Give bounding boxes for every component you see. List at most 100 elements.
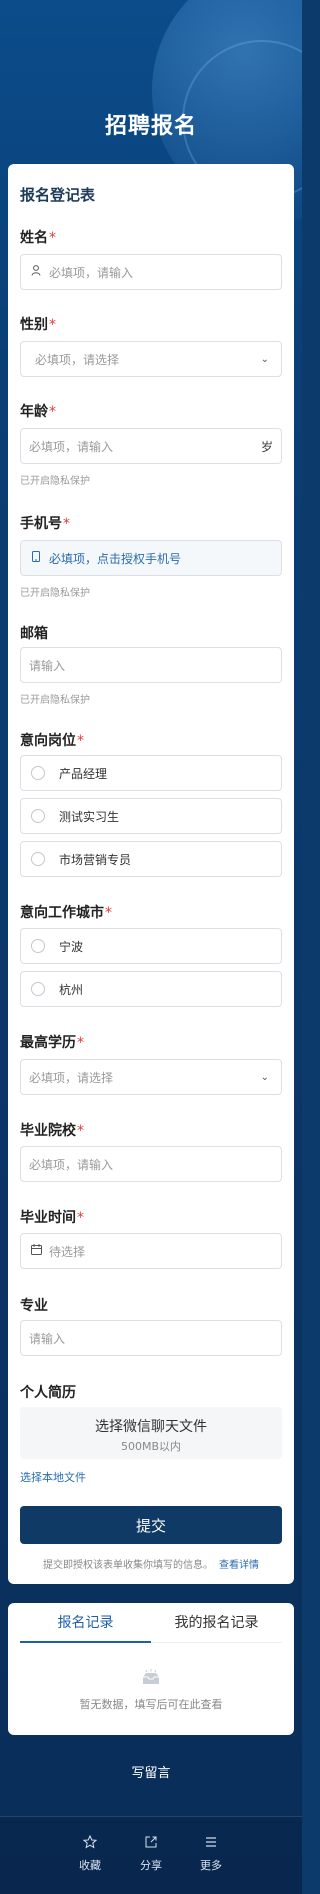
- radio-circle: [31, 809, 45, 823]
- required-mark: *: [77, 1035, 84, 1051]
- records-card: 报名记录 我的报名记录 暂无数据，填写后可在此查看: [8, 1603, 294, 1735]
- school-label-text: 毕业院校: [20, 1123, 76, 1139]
- phone-placeholder: 必填项，点击授权手机号: [49, 551, 182, 566]
- position-label-text: 意向岗位: [20, 733, 76, 749]
- calendar-icon: [29, 1244, 43, 1258]
- email-privacy-hint: 已开启隐私保护: [20, 695, 90, 706]
- email-label-text: 邮箱: [20, 626, 48, 642]
- name-label: 姓名*: [20, 227, 56, 247]
- option-label: 测试实习生: [59, 809, 120, 824]
- school-placeholder: 必填项，请输入: [29, 1157, 114, 1172]
- chevron-down-icon: ⌄: [260, 1071, 269, 1083]
- age-label-text: 年龄: [20, 404, 48, 420]
- city-option[interactable]: 宁波: [20, 928, 282, 964]
- menu-icon: [186, 1835, 236, 1853]
- required-mark: *: [105, 905, 112, 921]
- email-placeholder: 请输入: [29, 658, 66, 673]
- share-button[interactable]: 分享: [126, 1835, 176, 1873]
- email-input[interactable]: 请输入: [20, 647, 282, 683]
- required-mark: *: [77, 1210, 84, 1226]
- option-label: 宁波: [59, 939, 84, 954]
- star-icon: [65, 1834, 115, 1853]
- tab-my-registration-records[interactable]: 我的报名记录: [151, 1603, 282, 1642]
- upload-limit: 500MB以内: [120, 1440, 182, 1453]
- name-label-text: 姓名: [20, 230, 48, 246]
- gender-placeholder: 必填项，请选择: [35, 352, 120, 367]
- form-heading: 报名登记表: [20, 186, 96, 204]
- required-mark: *: [77, 1123, 84, 1139]
- consent-line: 提交即授权该表单收集你填写的信息。 查看详情: [8, 1556, 294, 1571]
- empty-box-icon: [141, 1669, 161, 1685]
- major-label: 专业: [20, 1295, 48, 1315]
- required-mark: *: [63, 516, 70, 532]
- email-label: 邮箱: [20, 623, 48, 643]
- page-title: 招聘报名: [104, 114, 197, 139]
- radio-circle: [31, 939, 45, 953]
- city-label: 意向工作城市*: [20, 902, 112, 922]
- name-placeholder: 必填项，请输入: [49, 265, 134, 280]
- education-label: 最高学历*: [20, 1032, 84, 1052]
- graduation-date-picker[interactable]: 待选择: [20, 1233, 282, 1269]
- more-label: 更多: [200, 1859, 222, 1872]
- radio-circle: [31, 766, 45, 780]
- favorite-button[interactable]: 收藏: [65, 1834, 115, 1873]
- age-suffix: 岁: [260, 439, 273, 454]
- major-placeholder: 请输入: [29, 1331, 66, 1346]
- share-label: 分享: [140, 1859, 162, 1872]
- city-label-text: 意向工作城市: [20, 905, 104, 921]
- graduation-placeholder: 待选择: [49, 1244, 86, 1259]
- option-label: 市场营销专员: [59, 852, 132, 867]
- age-label: 年龄*: [20, 401, 56, 421]
- option-label: 产品经理: [59, 766, 108, 781]
- gender-select[interactable]: 必填项，请选择 ⌄: [20, 341, 282, 377]
- share-icon: [126, 1835, 176, 1853]
- required-mark: *: [77, 733, 84, 749]
- education-label-text: 最高学历: [20, 1035, 76, 1051]
- city-option[interactable]: 杭州: [20, 971, 282, 1007]
- age-placeholder: 必填项，请输入: [29, 439, 114, 454]
- submit-button[interactable]: 提交: [20, 1506, 282, 1544]
- records-tabs: 报名记录 我的报名记录: [20, 1603, 282, 1643]
- upload-title: 选择微信聊天文件: [95, 1419, 207, 1435]
- wechat-file-upload[interactable]: 选择微信聊天文件 500MB以内: [20, 1407, 282, 1459]
- position-option[interactable]: 产品经理: [20, 755, 282, 791]
- favorite-label: 收藏: [79, 1859, 101, 1872]
- position-option[interactable]: 市场营销专员: [20, 841, 282, 877]
- consent-text: 提交即授权该表单收集你填写的信息。: [43, 1560, 213, 1571]
- education-select[interactable]: 必填项，请选择 ⌄: [20, 1059, 282, 1095]
- empty-state-text: 暂无数据，填写后可在此查看: [79, 1698, 223, 1711]
- consent-details-link[interactable]: 查看详情: [219, 1560, 259, 1571]
- option-label: 杭州: [59, 982, 84, 997]
- user-icon: [29, 265, 43, 279]
- education-placeholder: 必填项，请选择: [29, 1070, 114, 1085]
- name-input[interactable]: 必填项，请输入: [20, 254, 282, 290]
- school-input[interactable]: 必填项，请输入: [20, 1146, 282, 1182]
- phone-authorize-button[interactable]: 必填项，点击授权手机号: [20, 540, 282, 576]
- resume-label-text: 个人简历: [20, 1385, 76, 1401]
- write-message-link[interactable]: 写留言: [0, 1762, 302, 1781]
- graduation-label-text: 毕业时间: [20, 1210, 76, 1226]
- chevron-down-icon: ⌄: [260, 353, 269, 365]
- position-label: 意向岗位*: [20, 730, 84, 750]
- form-card: 报名登记表 姓名* 必填项，请输入 性别* 必填项，请选择 ⌄ 年龄* 必填项，…: [8, 164, 294, 1584]
- phone-label-text: 手机号: [20, 516, 62, 532]
- gender-label-text: 性别: [20, 317, 48, 333]
- gender-label: 性别*: [20, 314, 56, 334]
- required-mark: *: [49, 317, 56, 333]
- radio-circle: [31, 852, 45, 866]
- radio-circle: [31, 982, 45, 996]
- resume-label: 个人简历: [20, 1382, 76, 1402]
- position-option[interactable]: 测试实习生: [20, 798, 282, 834]
- age-input[interactable]: 必填项，请输入 岁: [20, 428, 282, 464]
- phone-icon: [29, 551, 43, 565]
- tab-registration-records[interactable]: 报名记录: [20, 1603, 151, 1643]
- major-input[interactable]: 请输入: [20, 1320, 282, 1356]
- required-mark: *: [49, 404, 56, 420]
- age-privacy-hint: 已开启隐私保护: [20, 476, 90, 487]
- phone-label: 手机号*: [20, 513, 70, 533]
- school-label: 毕业院校*: [20, 1120, 84, 1140]
- required-mark: *: [49, 230, 56, 246]
- more-button[interactable]: 更多: [186, 1835, 236, 1873]
- local-file-link[interactable]: 选择本地文件: [20, 1469, 86, 1485]
- bottom-bar: 收藏 分享 更多: [0, 1816, 302, 1894]
